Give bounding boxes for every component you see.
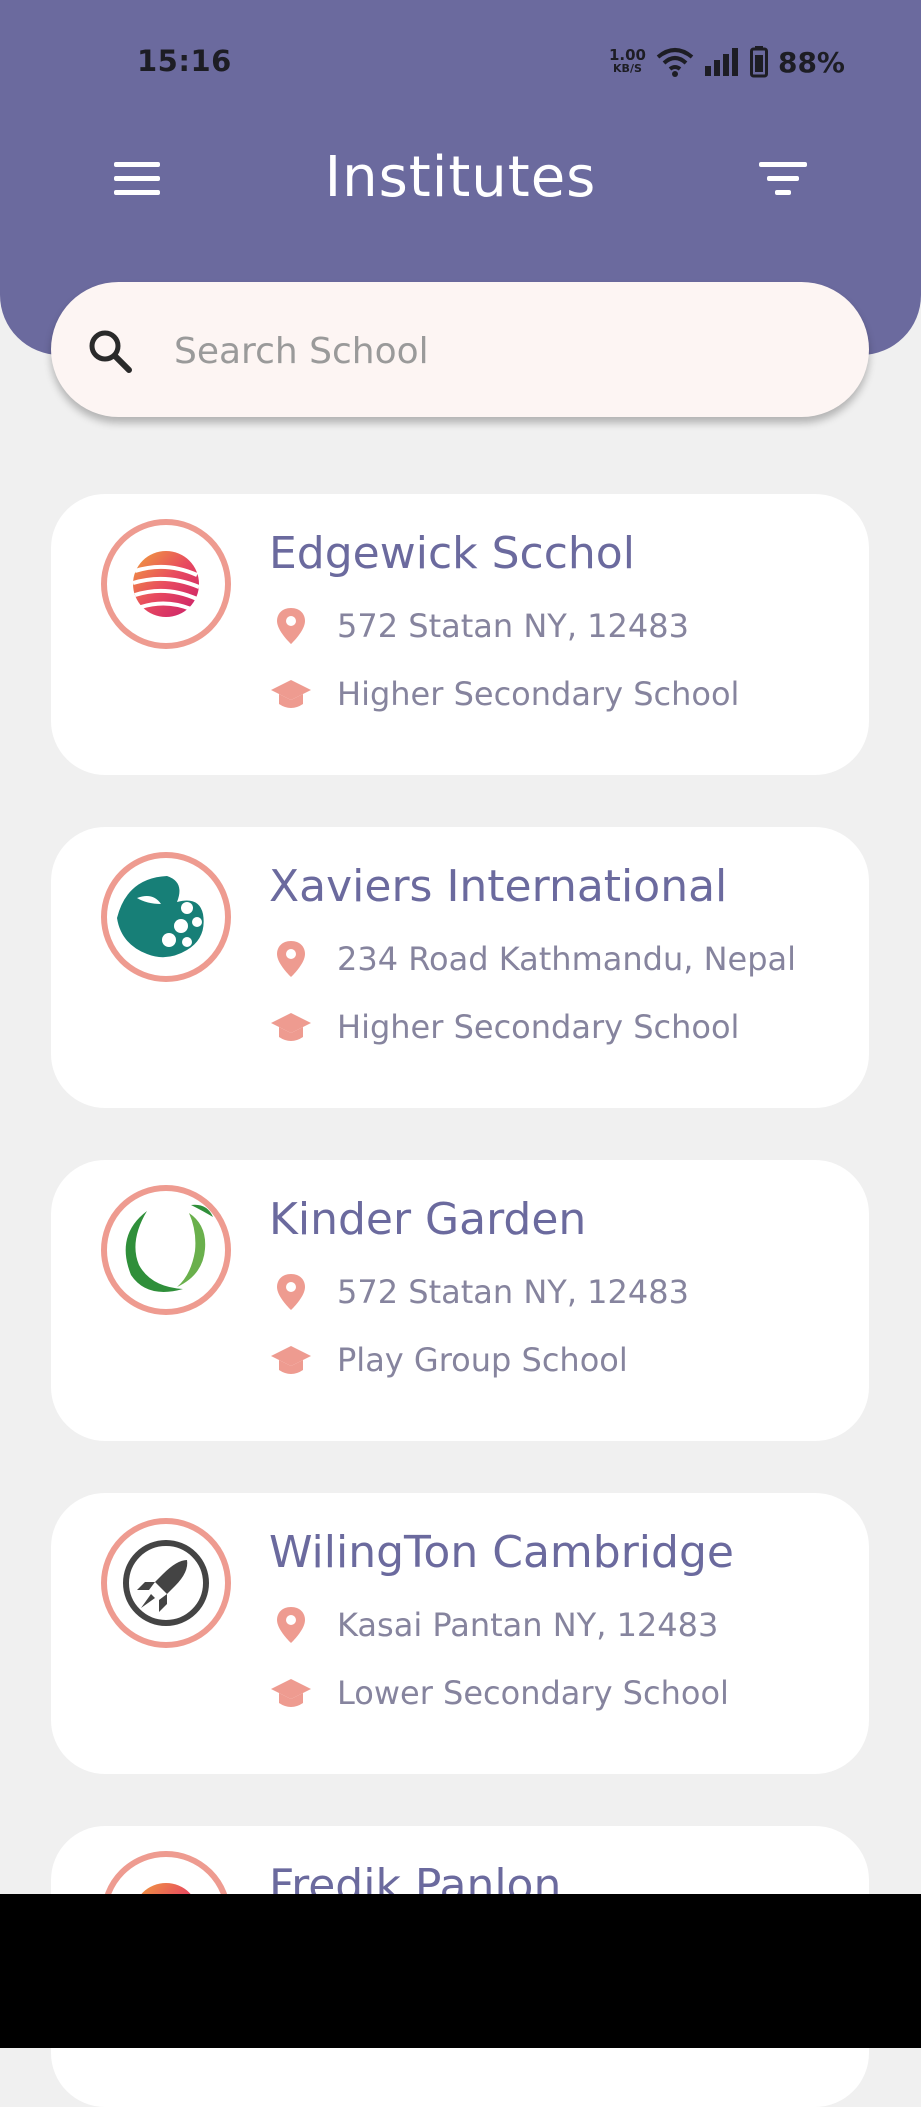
green-swirl-logo	[101, 1185, 231, 1315]
battery-percent: 88%	[777, 45, 845, 79]
striped-sphere-logo	[101, 519, 231, 649]
institute-card[interactable]: Kinder Garden 572 Statan NY, 12483 Play …	[51, 1160, 869, 1441]
search-input[interactable]	[172, 320, 816, 382]
institute-card[interactable]: Xaviers International 234 Road Kathmandu…	[51, 827, 869, 1108]
institute-address: 572 Statan NY, 12483	[269, 604, 689, 648]
location-pin-icon	[269, 1270, 313, 1314]
status-icons: 1.00 KB/S 88%	[609, 42, 845, 82]
institute-name: Edgewick Scchol	[269, 528, 635, 579]
institute-name: WilingTon Cambridge	[269, 1527, 734, 1578]
location-pin-icon	[269, 1603, 313, 1647]
location-pin-icon	[269, 604, 313, 648]
battery-icon	[749, 46, 768, 78]
institute-name: Xaviers International	[269, 861, 728, 912]
institute-type: Lower Secondary School	[269, 1671, 729, 1715]
institute-address: 234 Road Kathmandu, Nepal	[269, 937, 796, 981]
system-navigation-bar	[0, 1894, 921, 2048]
status-time: 15:16	[137, 44, 232, 78]
institute-type: Higher Secondary School	[269, 1005, 739, 1049]
institute-name: Kinder Garden	[269, 1194, 587, 1245]
graduation-cap-icon	[269, 1671, 313, 1715]
graduation-cap-icon	[269, 1005, 313, 1049]
institute-address: Kasai Pantan NY, 12483	[269, 1603, 718, 1647]
filter-icon[interactable]	[755, 158, 811, 202]
institute-type: Play Group School	[269, 1338, 628, 1382]
institute-type: Higher Secondary School	[269, 672, 739, 716]
search-icon[interactable]	[86, 327, 134, 375]
graduation-cap-icon	[269, 1338, 313, 1382]
institute-card[interactable]: Edgewick Scchol 572 Statan NY, 12483 Hig…	[51, 494, 869, 775]
location-pin-icon	[269, 937, 313, 981]
signal-icon	[704, 48, 738, 76]
net-speed: 1.00 KB/S	[608, 46, 646, 76]
rocket-logo	[101, 1518, 231, 1648]
institute-address: 572 Statan NY, 12483	[269, 1270, 689, 1314]
wifi-icon	[656, 48, 694, 77]
graduation-cap-icon	[269, 672, 313, 716]
institute-card[interactable]: WilingTon Cambridge Kasai Pantan NY, 124…	[51, 1493, 869, 1774]
teal-leaf-logo	[101, 852, 231, 982]
